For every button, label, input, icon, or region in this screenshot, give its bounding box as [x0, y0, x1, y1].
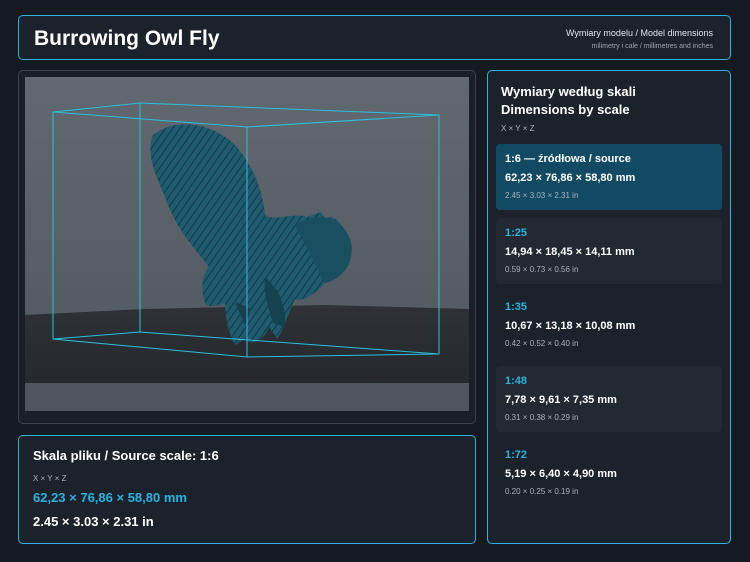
scales-title-pl: Wymiary według skali [501, 84, 636, 99]
source-mm: 62,23 × 76,86 × 58,80 mm [33, 490, 187, 505]
scale-label: 1:25 [505, 227, 528, 239]
scale-label: 1:48 [505, 375, 528, 387]
scale-card-1-6[interactable]: 1:6 — źródłowa / source 62,23 × 76,86 × … [496, 144, 722, 210]
scale-mm: 7,78 × 9,61 × 7,35 mm [505, 394, 617, 406]
scale-inches: 0.20 × 0.25 × 0.19 in [505, 487, 579, 496]
scale-mm: 62,23 × 76,86 × 58,80 mm [505, 172, 636, 184]
model-preview[interactable] [18, 70, 476, 424]
scale-card-1-25[interactable]: 1:25 14,94 × 18,45 × 14,11 mm 0.59 × 0.7… [496, 218, 722, 284]
scale-card-1-48[interactable]: 1:48 7,78 × 9,61 × 7,35 mm 0.31 × 0.38 ×… [496, 366, 722, 432]
axes-label: X × Y × Z [501, 124, 535, 133]
scale-inches: 0.42 × 0.52 × 0.40 in [505, 339, 579, 348]
model-title: Burrowing Owl Fly [34, 27, 220, 50]
scale-label: 1:72 [505, 449, 528, 461]
source-scale-title: Skala pliku / Source scale: 1:6 [33, 448, 219, 463]
units-note: milimetry i cale / millimetres and inche… [591, 43, 713, 50]
scales-panel: Wymiary według skali Dimensions by scale… [487, 70, 731, 544]
scale-inches: 0.31 × 0.38 × 0.29 in [505, 413, 579, 422]
axes-label: X × Y × Z [33, 474, 67, 483]
scale-mm: 14,94 × 18,45 × 14,11 mm [505, 246, 635, 258]
scale-inches: 0.59 × 0.73 × 0.56 in [505, 265, 579, 274]
scale-card-1-35[interactable]: 1:35 10,67 × 13,18 × 10,08 mm 0.42 × 0.5… [496, 292, 722, 358]
scale-mm: 5,19 × 6,40 × 4,90 mm [505, 468, 617, 480]
header-panel: Burrowing Owl Fly Wymiary modelu / Model… [18, 15, 731, 60]
scale-label: 1:6 — źródłowa / source [505, 153, 631, 165]
model-render [25, 77, 469, 411]
scale-inches: 2.45 × 3.03 × 2.31 in [505, 191, 579, 200]
source-inches: 2.45 × 3.03 × 2.31 in [33, 514, 154, 529]
source-scale-panel: Skala pliku / Source scale: 1:6 X × Y × … [18, 435, 476, 544]
scale-mm: 10,67 × 13,18 × 10,08 mm [505, 320, 636, 332]
header-subtitle: Wymiary modelu / Model dimensions [566, 28, 713, 38]
scale-label: 1:35 [505, 301, 528, 313]
scale-card-1-72[interactable]: 1:72 5,19 × 6,40 × 4,90 mm 0.20 × 0.25 ×… [496, 440, 722, 506]
scales-title-en: Dimensions by scale [501, 102, 630, 117]
